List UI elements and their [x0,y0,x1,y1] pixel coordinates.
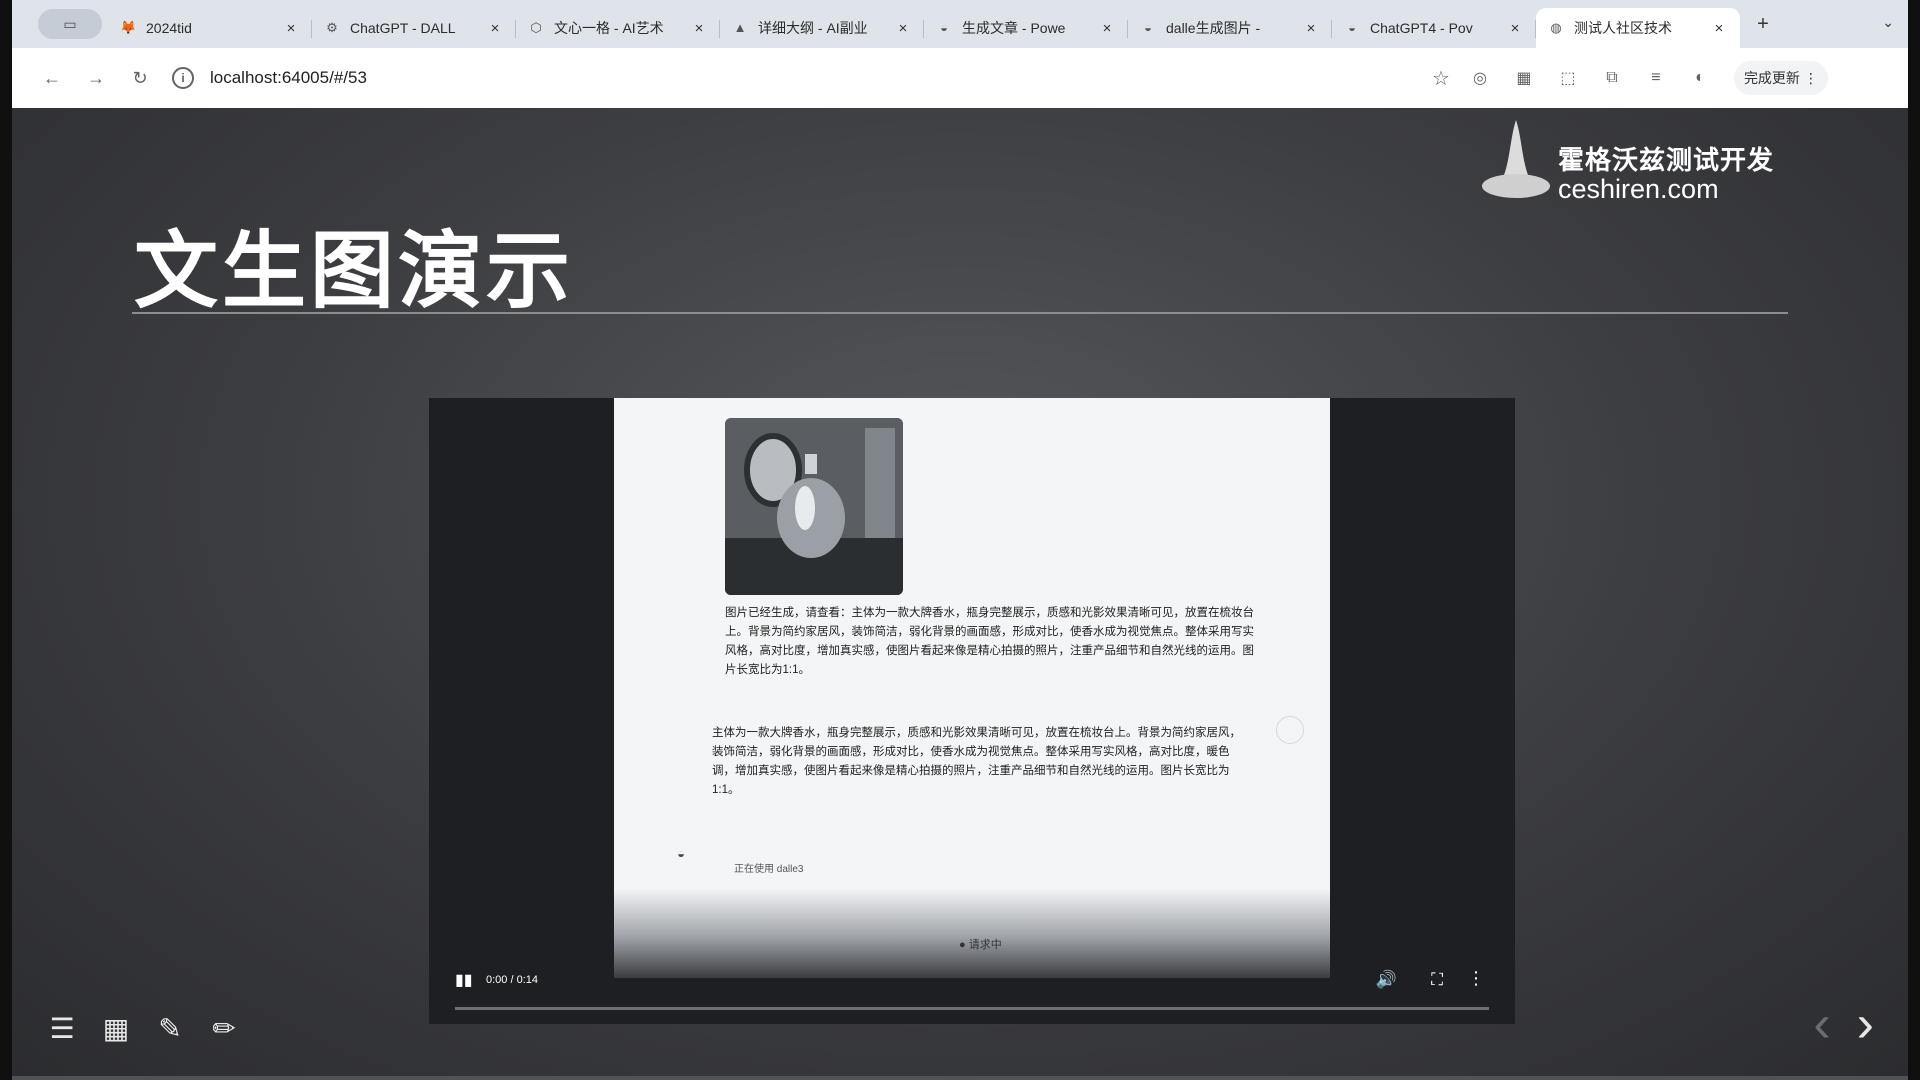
tab-wenxin-yige[interactable]: ⬡ 文心一格 - AI艺术 × [516,8,720,48]
menu-icon[interactable]: ☰ [46,1012,78,1044]
user-avatar [1276,716,1304,744]
url-text[interactable]: localhost:64005/#/53 [210,68,367,88]
close-icon[interactable]: × [1506,20,1524,37]
kebab-menu-icon: ⋮ [1799,69,1818,86]
wizard-hat-icon: ▲ [733,20,747,35]
bot-icon: ◒ [940,20,948,35]
reading-list-icon[interactable]: ≡ [1642,64,1670,92]
close-icon[interactable]: × [894,20,912,37]
update-button[interactable]: 完成更新 ⋮ [1733,61,1828,95]
tab-title: dalle生成图片 - [1166,20,1261,36]
assistant-message: 图片已经生成，请查看：主体为一款大牌香水，瓶身完整展示，质感和光影效果清晰可见，… [725,607,1254,676]
deck-progress-bar [12,1076,1908,1080]
tab-title: 测试人社区技术 [1574,20,1672,36]
loading-indicator: ● 请求中 [959,939,1002,951]
qr-code-icon[interactable]: ▦ [1510,64,1538,92]
model-status: 正在使用 dalle3 [734,864,804,875]
grid-overview-icon[interactable]: ▦ [100,1012,132,1044]
close-icon[interactable]: × [486,20,504,37]
fullscreen-icon[interactable]: ⛶ [1431,970,1443,990]
volume-icon[interactable]: 🔊 [1376,970,1397,990]
title-divider [132,312,1788,314]
tab-title: ChatGPT4 - Pov [1370,20,1473,36]
arrow-right-icon: → [87,67,105,88]
tab-generate-article[interactable]: ◒ 生成文章 - Powe × [924,8,1128,48]
tab-chatgpt4[interactable]: ◒ ChatGPT4 - Pov × [1332,8,1536,48]
close-icon[interactable]: × [690,20,708,37]
play-pause-button[interactable]: ▮▮ [455,970,473,990]
bot-icon: ◒ [1144,20,1152,35]
new-tab-button[interactable]: + [1746,13,1780,36]
close-icon[interactable]: × [1098,20,1116,37]
bot-icon: ◒ [1348,20,1356,35]
logo-en-text: ceshiren.com [1558,174,1719,204]
arrow-left-icon: ← [43,67,61,88]
back-button[interactable]: ← [34,60,70,96]
pen-icon[interactable]: ✏ [208,1012,240,1044]
perfume-bottle-illustration [725,418,903,595]
notes-icon[interactable]: ✎ [154,1012,186,1044]
tab-dalle-images[interactable]: ◒ dalle生成图片 - × [1128,8,1332,48]
close-icon[interactable]: × [1710,20,1728,37]
perfume-image [725,418,903,595]
browser-window: ▭ 🦊 2024tid × ⚙ ChatGPT - DALL × ⬡ 文心一格 … [12,0,1908,1080]
next-slide-arrow[interactable]: › [1857,998,1874,1050]
presentation-slide: 霍格沃兹测试开发 ceshiren.com 文生图演示 图片已经生成，请查看：主… [12,108,1908,1080]
tab-title: 2024tid [146,20,192,36]
profile-avatar-icon[interactable]: ◐ [1686,64,1714,92]
deck-progress-fill [12,1076,1908,1080]
deck-toolbar: ☰ ▦ ✎ ✏ [46,1012,240,1044]
chevron-down-icon[interactable]: ⌄ [1882,14,1894,31]
tab-chatgpt-dall[interactable]: ⚙ ChatGPT - DALL × [312,8,516,48]
info-icon[interactable]: i [172,67,194,89]
previous-slide-arrow[interactable]: ‹ [1813,998,1830,1050]
fox-icon: 🦊 [120,20,137,35]
brand-logo: 霍格沃兹测试开发 ceshiren.com [1480,112,1810,208]
address-bar[interactable]: i localhost:64005/#/53 [172,58,1432,98]
video-player[interactable]: 图片已经生成，请查看：主体为一款大牌香水，瓶身完整展示，质感和光影效果清晰可见，… [429,398,1515,1024]
forward-button[interactable]: → [78,60,114,96]
browser-toolbar: ← → ↻ i localhost:64005/#/53 ☆ ◎ ▦ ⬚ ⧉ ≡… [12,48,1908,108]
openai-icon: ⚙ [326,20,338,35]
screenshot-icon[interactable]: ⬚ [1554,64,1582,92]
wizard-hat-icon [1482,120,1550,198]
slide-title: 文生图演示 [134,224,575,318]
globe-icon: ◍ [1550,20,1562,35]
tab-title: 详细大纲 - AI副业 [758,20,868,36]
video-controls: ▮▮ 0:00 / 0:14 🔊 ⛶ ⋮ [429,962,1515,1024]
tab-search-button[interactable]: ▭ [38,9,102,39]
bot-icon: ◒ [677,846,685,861]
video-time: 0:00 / 0:14 [486,974,538,986]
tab-title: 文心一格 - AI艺术 [554,20,664,36]
extension-icon[interactable]: ◎ [1466,64,1494,92]
puzzle-icon[interactable]: ⧉ [1598,64,1626,92]
video-progress-bar[interactable] [455,1007,1489,1010]
update-label: 完成更新 [1743,70,1800,86]
user-message: 主体为一款大牌香水，瓶身完整展示，质感和光影效果清晰可见，放置在梳妆台上。背景为… [712,727,1241,796]
tab-title: ChatGPT - DALL [350,20,456,36]
tab-title: 生成文章 - Powe [962,20,1066,36]
tab-2024tid[interactable]: 🦊 2024tid × [108,8,312,48]
tab-strip: ▭ 🦊 2024tid × ⚙ ChatGPT - DALL × ⬡ 文心一格 … [12,0,1908,48]
close-icon[interactable]: × [1302,20,1320,37]
logo-cn-text: 霍格沃兹测试开发 [1558,145,1775,175]
tab-ceshiren[interactable]: ◍ 测试人社区技术 × [1536,8,1740,48]
cube-icon: ⬡ [530,20,542,35]
reload-button[interactable]: ↻ [122,60,158,96]
tab-outline[interactable]: ▲ 详细大纲 - AI副业 × [720,8,924,48]
more-options-icon[interactable]: ⋮ [1467,968,1485,989]
sidebar-icon: ▭ [63,15,77,32]
close-icon[interactable]: × [282,20,300,37]
reload-icon: ↻ [132,67,148,88]
bookmark-star-icon[interactable]: ☆ [1432,66,1450,91]
slide-navigation: ‹ › [1813,998,1874,1050]
video-frame: 图片已经生成，请查看：主体为一款大牌香水，瓶身完整展示，质感和光影效果清晰可见，… [614,398,1330,978]
